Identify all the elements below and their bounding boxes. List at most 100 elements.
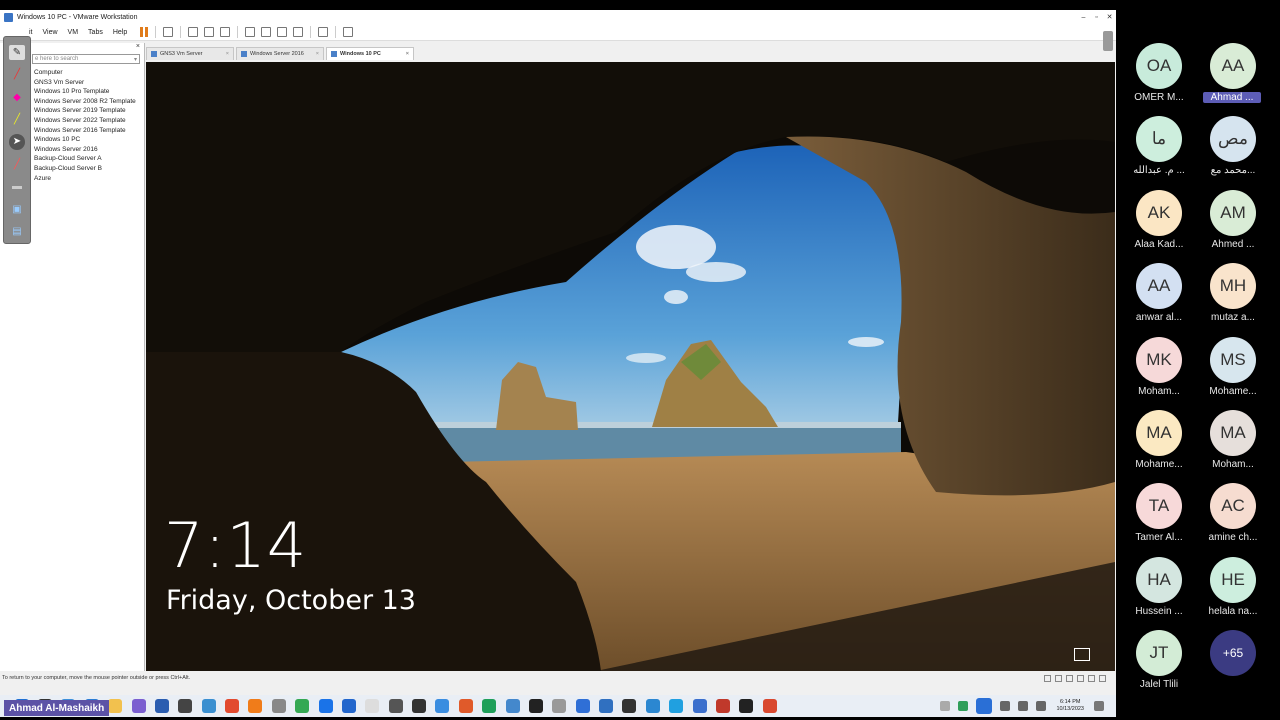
pointer-icon[interactable]: ➤ <box>9 134 25 150</box>
taskbar-app-icon[interactable] <box>131 699 146 713</box>
taskbar-app-icon[interactable] <box>225 699 240 713</box>
line-icon[interactable]: ▬ <box>9 179 25 194</box>
hdd-icon[interactable] <box>1044 674 1051 682</box>
stretch-guest-icon[interactable] <box>343 27 354 37</box>
maximize-button[interactable]: ▫ <box>1090 14 1103 21</box>
thumbnail-view-icon[interactable] <box>261 27 272 37</box>
taskbar-app-icon[interactable] <box>575 699 590 713</box>
participant-tile[interactable]: OA OMER M... <box>1122 43 1196 115</box>
eraser-icon[interactable]: ◆ <box>9 89 25 104</box>
notification-icon[interactable] <box>1094 701 1104 711</box>
taskbar-app-icon[interactable] <box>762 699 777 713</box>
chevron-up-icon[interactable] <box>940 701 951 711</box>
library-close-icon[interactable]: × <box>136 43 140 50</box>
wifi-icon[interactable] <box>1000 701 1011 711</box>
taskbar-app-icon[interactable] <box>552 699 567 713</box>
participant-tile[interactable]: MK Moham... <box>1122 336 1196 409</box>
taskbar-app-icon[interactable] <box>201 699 216 713</box>
taskbar-app-icon[interactable] <box>271 699 286 713</box>
snapshot-manager-icon[interactable] <box>220 27 231 37</box>
participant-tile[interactable]: ما م. عبدالله ... <box>1122 116 1196 188</box>
battery-icon[interactable] <box>1036 701 1047 711</box>
network-adapter-icon[interactable] <box>1066 674 1073 682</box>
taskbar-app-icon[interactable] <box>692 699 707 713</box>
brush-icon[interactable]: ╱ <box>9 157 25 172</box>
library-view-icon[interactable] <box>245 27 256 37</box>
menu-help[interactable]: Help <box>108 29 132 36</box>
menu-edit[interactable]: it <box>24 29 38 36</box>
participant-tile[interactable]: مص محمد مع... <box>1196 116 1270 188</box>
revert-snapshot-icon[interactable] <box>204 27 215 37</box>
participant-tile[interactable]: AM Ahmed ... <box>1196 189 1270 262</box>
participant-tile[interactable]: AK Alaa Kad... <box>1122 189 1196 262</box>
screen-icon[interactable]: ▣ <box>9 202 25 217</box>
participant-tile[interactable]: AA anwar al... <box>1122 263 1196 335</box>
share-icon[interactable]: ▤ <box>9 224 25 239</box>
toolbar-scroll-handle[interactable] <box>1103 31 1113 51</box>
menu-view[interactable]: View <box>38 29 63 36</box>
taskbar-app-icon[interactable] <box>645 699 660 713</box>
taskbar-app-icon[interactable] <box>388 699 403 713</box>
participant-tile[interactable]: HA Hussein ... <box>1122 556 1196 629</box>
send-ctrl-alt-del-icon[interactable] <box>163 27 174 37</box>
taskbar-app-icon[interactable] <box>739 699 754 713</box>
taskbar-app-icon[interactable] <box>458 699 473 713</box>
taskbar-app-icon[interactable] <box>108 699 123 713</box>
taskbar-app-icon[interactable] <box>365 699 380 713</box>
participant-tile[interactable]: AC amine ch... <box>1196 483 1270 555</box>
snapshot-icon[interactable] <box>188 27 199 37</box>
sound-icon[interactable] <box>1088 674 1095 682</box>
search-dropdown-icon[interactable]: ▾ <box>134 56 137 63</box>
pen-red-icon[interactable]: ╱ <box>9 67 25 82</box>
usb-icon[interactable] <box>1077 674 1084 682</box>
participant-tile[interactable]: TA Tamer Al... <box>1122 483 1196 555</box>
vm-console[interactable]: 7:14 Friday, October 13 <box>146 62 1115 671</box>
menu-vm[interactable]: VM <box>63 29 84 36</box>
taskbar-app-icon[interactable] <box>435 699 450 713</box>
full-screen-icon[interactable] <box>277 27 288 37</box>
volume-icon[interactable] <box>1018 701 1029 711</box>
taskbar-app-icon[interactable] <box>154 699 169 713</box>
taskbar-app-icon[interactable] <box>341 699 356 713</box>
tab-close-icon[interactable]: × <box>226 51 229 57</box>
taskbar-app-icon[interactable] <box>528 699 543 713</box>
highlighter-icon[interactable]: ╱ <box>9 112 25 127</box>
network-icon[interactable] <box>1074 648 1090 661</box>
tab-windows-10-pc[interactable]: Windows 10 PC × <box>326 47 414 60</box>
display-icon[interactable] <box>1099 674 1106 682</box>
taskbar-app-icon[interactable] <box>295 699 310 713</box>
taskbar-app-icon[interactable] <box>599 699 614 713</box>
cd-icon[interactable] <box>1055 674 1062 682</box>
pause-icon[interactable] <box>140 27 149 37</box>
tray-clock[interactable]: 6:14 PM 10/13/2023 <box>1056 699 1084 713</box>
taskbar-app-icon[interactable] <box>622 699 637 713</box>
participant-tile[interactable]: MH mutaz a... <box>1196 263 1270 335</box>
tab-close-icon[interactable]: × <box>316 51 319 57</box>
taskbar-app-icon[interactable] <box>318 699 333 713</box>
participant-tile[interactable]: AA Ahmad ... <box>1196 43 1270 115</box>
title-bar[interactable]: Windows 10 PC - VMware Workstation – ▫ ✕ <box>0 10 1116 24</box>
taskbar-app-icon[interactable] <box>505 699 520 713</box>
taskbar-app-icon[interactable] <box>715 699 730 713</box>
participant-tile[interactable]: JT Jalel Tlili <box>1122 630 1196 702</box>
tab-gns3-vm-server[interactable]: GNS3 Vm Server × <box>146 47 234 60</box>
taskbar-app-icon[interactable] <box>178 699 193 713</box>
taskbar-app-icon[interactable] <box>248 699 263 713</box>
minimize-button[interactable]: – <box>1077 14 1090 21</box>
tab-windows-server-2016[interactable]: Windows Server 2016 × <box>236 47 324 60</box>
security-icon[interactable] <box>958 701 969 711</box>
library-search-input[interactable]: e here to search ▾ <box>32 54 140 64</box>
taskbar-app-icon[interactable] <box>669 699 684 713</box>
tab-close-icon[interactable]: × <box>406 51 409 57</box>
taskbar-app-icon[interactable] <box>482 699 497 713</box>
unity-icon[interactable] <box>293 27 304 37</box>
close-button[interactable]: ✕ <box>1103 13 1116 21</box>
participant-tile[interactable]: HE helala na... <box>1196 556 1270 629</box>
whiteboard-icon[interactable]: ✎ <box>9 44 25 60</box>
taskbar-app-icon[interactable] <box>412 699 427 713</box>
console-view-icon[interactable] <box>318 27 329 37</box>
participant-tile[interactable]: MS Mohame... <box>1196 336 1270 409</box>
menu-tabs[interactable]: Tabs <box>83 29 108 36</box>
more-participants-button[interactable]: +65 <box>1196 630 1270 702</box>
microphone-icon[interactable] <box>976 698 993 714</box>
